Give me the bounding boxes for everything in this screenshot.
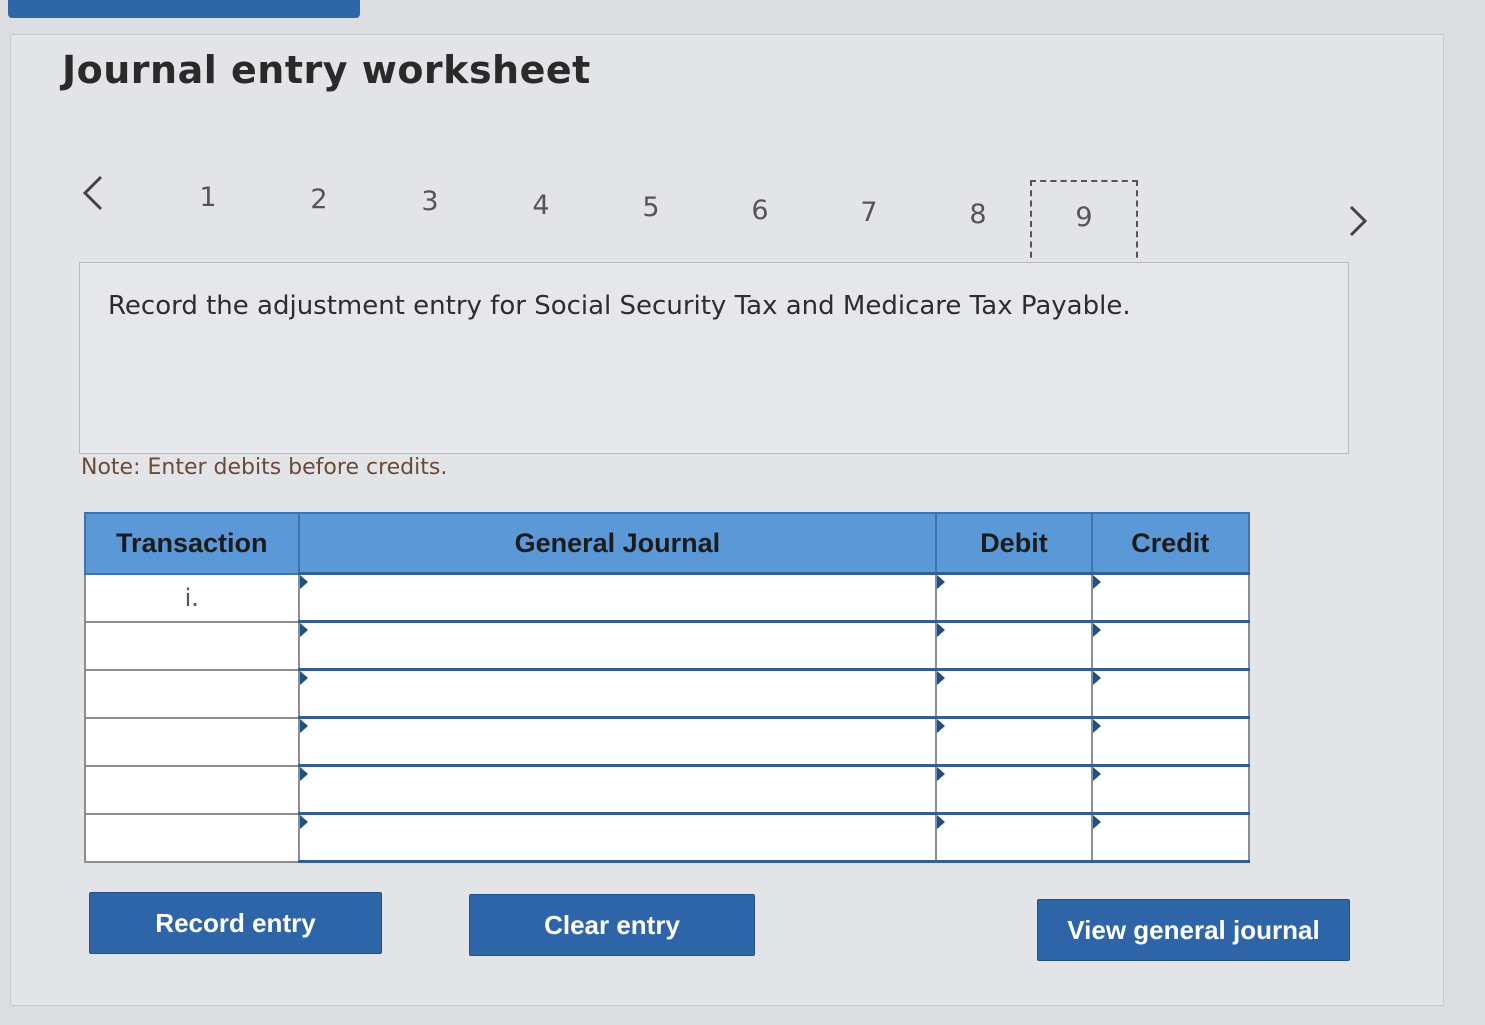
- instruction-box: Record the adjustment entry for Social S…: [79, 262, 1349, 454]
- debit-input[interactable]: [937, 671, 1091, 716]
- credit-cell[interactable]: [1090, 716, 1251, 767]
- instruction-text: Record the adjustment entry for Social S…: [108, 291, 1131, 321]
- step-6[interactable]: 6: [740, 195, 780, 226]
- transaction-cell: [84, 812, 300, 863]
- debit-input[interactable]: [937, 623, 1091, 668]
- transaction-cell: [84, 620, 300, 671]
- credit-input[interactable]: [1092, 623, 1248, 668]
- header-transaction: Transaction: [84, 512, 300, 575]
- header-debit: Debit: [935, 512, 1093, 575]
- credit-cell[interactable]: [1090, 812, 1251, 863]
- credit-cell[interactable]: [1090, 620, 1251, 671]
- table-row: [84, 716, 1251, 767]
- chevron-right-icon[interactable]: [1338, 196, 1378, 246]
- page-title: Journal entry worksheet: [62, 48, 591, 92]
- debit-cell[interactable]: [935, 764, 1093, 815]
- account-input[interactable]: [299, 815, 936, 860]
- transaction-label: i.: [184, 583, 199, 612]
- credit-cell[interactable]: [1090, 764, 1251, 815]
- debit-input[interactable]: [937, 719, 1091, 764]
- transaction-cell: [84, 668, 300, 719]
- step-9-active[interactable]: 9: [1030, 180, 1138, 268]
- step-2[interactable]: 2: [299, 184, 339, 215]
- debit-input[interactable]: [937, 815, 1091, 860]
- account-input[interactable]: [299, 623, 936, 668]
- note-text: Note: Enter debits before credits.: [81, 455, 448, 480]
- table-row: [84, 764, 1251, 815]
- account-cell[interactable]: [297, 668, 938, 719]
- step-5[interactable]: 5: [631, 192, 671, 223]
- transaction-cell: i.: [84, 572, 300, 623]
- table-row: [84, 812, 1251, 863]
- credit-input[interactable]: [1092, 575, 1248, 620]
- table-row: [84, 620, 1251, 671]
- debit-cell[interactable]: [935, 668, 1093, 719]
- account-cell[interactable]: [297, 572, 938, 623]
- header-credit: Credit: [1090, 512, 1251, 575]
- step-3[interactable]: 3: [410, 186, 450, 217]
- debit-cell[interactable]: [935, 716, 1093, 767]
- debit-cell[interactable]: [935, 572, 1093, 623]
- credit-cell[interactable]: [1090, 668, 1251, 719]
- clear-entry-button[interactable]: Clear entry: [469, 894, 755, 956]
- account-input[interactable]: [299, 575, 936, 620]
- record-entry-button[interactable]: Record entry: [89, 892, 382, 954]
- credit-input[interactable]: [1092, 719, 1248, 764]
- account-input[interactable]: [299, 719, 936, 764]
- account-input[interactable]: [299, 767, 936, 812]
- step-7[interactable]: 7: [849, 197, 889, 228]
- step-8[interactable]: 8: [958, 199, 998, 230]
- account-input[interactable]: [299, 671, 936, 716]
- account-cell[interactable]: [297, 764, 938, 815]
- step-navigation: 1 2 3 4 5 6 7 8 9: [150, 172, 1160, 272]
- account-cell[interactable]: [297, 812, 938, 863]
- transaction-cell: [84, 764, 300, 815]
- transaction-cell: [84, 716, 300, 767]
- table-row: i.: [84, 572, 1251, 623]
- credit-input[interactable]: [1092, 671, 1248, 716]
- journal-table: Transaction General Journal Debit Credit…: [84, 512, 1251, 863]
- account-cell[interactable]: [297, 620, 938, 671]
- debit-input[interactable]: [937, 767, 1091, 812]
- credit-cell[interactable]: [1090, 572, 1251, 623]
- view-general-journal-button[interactable]: View general journal: [1037, 899, 1350, 961]
- table-row: [84, 668, 1251, 719]
- step-1[interactable]: 1: [188, 182, 228, 213]
- header-general-journal: General Journal: [297, 512, 938, 575]
- top-tab-strip: [8, 0, 360, 18]
- step-4[interactable]: 4: [521, 190, 561, 221]
- debit-cell[interactable]: [935, 812, 1093, 863]
- debit-cell[interactable]: [935, 620, 1093, 671]
- debit-input[interactable]: [937, 575, 1091, 620]
- chevron-left-icon[interactable]: [72, 168, 112, 218]
- credit-input[interactable]: [1092, 815, 1248, 860]
- table-header-row: Transaction General Journal Debit Credit: [84, 512, 1251, 575]
- account-cell[interactable]: [297, 716, 938, 767]
- credit-input[interactable]: [1092, 767, 1248, 812]
